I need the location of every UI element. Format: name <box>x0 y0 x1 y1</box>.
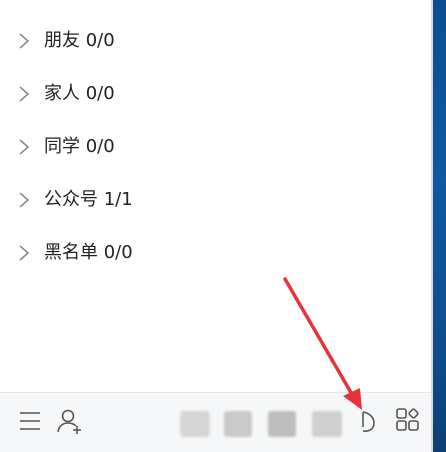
desktop-background-strip <box>431 0 446 452</box>
app-icon-4[interactable] <box>312 411 342 437</box>
group-label: 朋友 0/0 <box>44 30 115 51</box>
menu-icon[interactable] <box>16 407 44 435</box>
window-border <box>431 0 433 452</box>
group-label: 同学 0/0 <box>44 136 115 157</box>
chevron-right-icon <box>19 245 30 261</box>
group-official-accounts[interactable]: 公众号 1/1 <box>0 176 430 229</box>
music-icon[interactable] <box>354 407 382 435</box>
group-friends[interactable]: 朋友 0/0 <box>0 17 430 70</box>
group-label: 公众号 1/1 <box>44 189 133 210</box>
chevron-right-icon <box>19 33 30 49</box>
app-manager-icon[interactable] <box>394 407 422 435</box>
chevron-right-icon <box>19 192 30 208</box>
contact-group-list: 朋友 0/0 家人 0/0 同学 0/0 公众号 1/1 黑名单 0/0 <box>0 17 430 282</box>
group-label: 黑名单 0/0 <box>44 242 133 263</box>
group-blacklist[interactable]: 黑名单 0/0 <box>0 229 430 282</box>
chevron-right-icon <box>19 86 30 102</box>
group-label: 家人 0/0 <box>44 83 115 104</box>
app-icon-1[interactable] <box>180 411 210 437</box>
chevron-right-icon <box>19 139 30 155</box>
qq-main-window: 朋友 0/0 家人 0/0 同学 0/0 公众号 1/1 黑名单 0/0 <box>0 0 446 452</box>
app-icon-2[interactable] <box>224 411 252 437</box>
group-family[interactable]: 家人 0/0 <box>0 70 430 123</box>
app-icon-3[interactable] <box>268 411 296 437</box>
bottom-toolbar <box>0 392 431 452</box>
add-contact-icon[interactable] <box>56 407 84 435</box>
group-classmates[interactable]: 同学 0/0 <box>0 123 430 176</box>
